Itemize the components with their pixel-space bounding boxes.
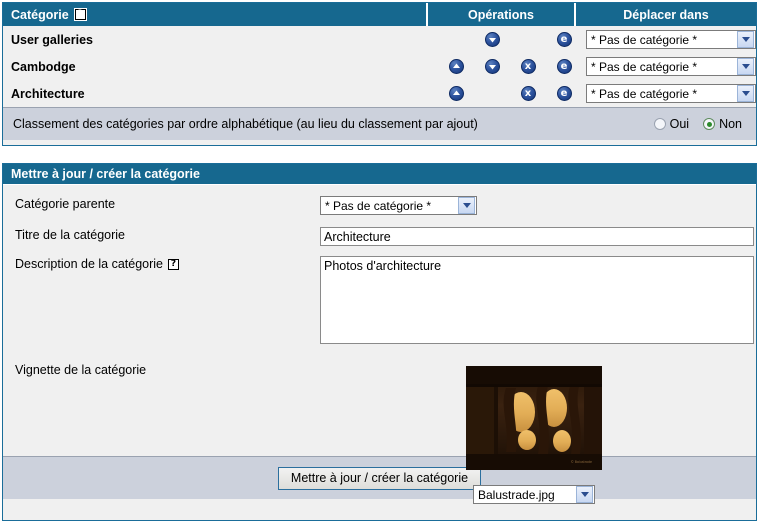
arrow-up-icon[interactable]: [448, 59, 464, 74]
form-panel-title: Mettre à jour / créer la catégorie: [3, 164, 756, 185]
alpha-sort-yes-option[interactable]: Oui: [653, 117, 690, 131]
chevron-down-icon[interactable]: [737, 31, 754, 48]
column-header-move-to-label: Déplacer dans: [623, 7, 709, 22]
form-panel-title-label: Mettre à jour / créer la catégorie: [11, 166, 200, 181]
category-thumbnail-label: Vignette de la catégorie: [15, 363, 147, 377]
op-slot-edit: e: [546, 59, 582, 74]
row-operations: x e: [434, 86, 586, 101]
op-slot-edit: e: [546, 32, 582, 47]
move-to-select-value: * Pas de catégorie *: [591, 59, 698, 74]
category-description-label-text: Description de la catégorie: [15, 257, 163, 271]
move-to-select-value: * Pas de catégorie *: [591, 86, 698, 101]
edit-e-icon[interactable]: e: [556, 86, 572, 101]
chevron-down-icon[interactable]: [737, 85, 754, 102]
parent-category-select-value: * Pas de catégorie *: [325, 198, 432, 213]
chevron-down-icon[interactable]: [576, 486, 593, 503]
category-form-panel: Mettre à jour / créer la catégorie Catég…: [2, 163, 757, 521]
edit-e-icon[interactable]: e: [556, 59, 572, 74]
radio-yes[interactable]: [653, 118, 666, 130]
arrow-down-icon[interactable]: [484, 59, 500, 74]
parent-category-row: Catégorie parente * Pas de catégorie *: [3, 185, 756, 215]
category-title-label: Titre de la catégorie: [15, 228, 126, 242]
move-to-select[interactable]: * Pas de catégorie *: [586, 84, 756, 103]
op-slot-up: [438, 32, 474, 47]
column-header-category-label: Catégorie: [11, 7, 69, 22]
move-to-select-value: * Pas de catégorie *: [591, 32, 698, 47]
svg-text:© Balustrade: © Balustrade: [571, 460, 592, 464]
op-slot-up: [438, 86, 474, 101]
column-header-move-to: Déplacer dans: [574, 3, 756, 26]
thumbnail-file-select[interactable]: Balustrade.jpg: [473, 485, 595, 504]
category-name: Architecture: [11, 86, 85, 101]
category-description-textarea[interactable]: [320, 256, 754, 344]
op-slot-down: [474, 86, 510, 101]
help-question-icon[interactable]: ?: [74, 9, 86, 20]
form-body: Catégorie parente * Pas de catégorie * T…: [3, 185, 756, 504]
parent-category-select[interactable]: * Pas de catégorie *: [320, 196, 477, 215]
submit-category-button[interactable]: Mettre à jour / créer la catégorie: [277, 466, 482, 490]
table-row: User galleries e * Pas de catégorie *: [3, 26, 756, 53]
table-row: Cambodge x e * Pas de catégorie *: [3, 53, 756, 80]
column-header-category: Catégorie ?: [3, 3, 426, 26]
category-title-row: Titre de la catégorie: [3, 215, 756, 246]
form-footer: Mettre à jour / créer la catégorie: [3, 456, 756, 499]
parent-category-label: Catégorie parente: [15, 197, 116, 211]
alpha-sort-no-option[interactable]: Non: [703, 117, 742, 131]
chevron-down-icon[interactable]: [737, 58, 754, 75]
radio-yes-label: Oui: [669, 117, 690, 131]
category-name: Cambodge: [11, 59, 76, 74]
op-slot-edit: e: [546, 86, 582, 101]
category-thumbnail-image: © Balustrade: [466, 366, 602, 470]
row-move-target: * Pas de catégorie *: [586, 84, 756, 103]
category-title-input[interactable]: [320, 227, 754, 246]
op-slot-delete: [510, 32, 546, 47]
row-move-target: * Pas de catégorie *: [586, 57, 756, 76]
thumbnail-file-row: Balustrade.jpg: [466, 485, 602, 504]
op-slot-up: [438, 59, 474, 74]
category-thumbnail-row: Vignette de la catégorie: [3, 344, 756, 378]
arrow-up-icon[interactable]: [448, 86, 464, 101]
op-slot-down: [474, 32, 510, 47]
row-operations: x e: [434, 59, 586, 74]
category-description-row: Description de la catégorie ?: [3, 246, 756, 344]
column-header-operations-label: Opérations: [468, 7, 534, 22]
categories-table-header: Catégorie ? Opérations Déplacer dans: [3, 3, 756, 26]
column-header-operations: Opérations: [426, 3, 574, 26]
row-operations: e: [434, 32, 586, 47]
help-question-icon[interactable]: ?: [168, 258, 179, 270]
delete-x-icon[interactable]: x: [520, 86, 536, 101]
op-slot-delete: x: [510, 86, 546, 101]
op-slot-down: [474, 59, 510, 74]
categories-panel: Catégorie ? Opérations Déplacer dans Use…: [2, 2, 757, 146]
edit-e-icon[interactable]: e: [556, 32, 572, 47]
arrow-down-icon[interactable]: [484, 32, 500, 47]
radio-no[interactable]: [703, 118, 716, 130]
table-row: Architecture x e * Pas de catégorie *: [3, 80, 756, 107]
category-description-label: Description de la catégorie ?: [15, 256, 320, 272]
thumbnail-area: © Balustrade Balustrade.jpg: [466, 366, 602, 504]
alphabetical-sort-label: Classement des catégories par ordre alph…: [13, 117, 478, 131]
thumbnail-file-select-value: Balustrade.jpg: [478, 487, 555, 502]
chevron-down-icon[interactable]: [458, 197, 475, 214]
move-to-select[interactable]: * Pas de catégorie *: [586, 57, 756, 76]
radio-no-label: Non: [719, 117, 742, 131]
move-to-select[interactable]: * Pas de catégorie *: [586, 30, 756, 49]
delete-x-icon[interactable]: x: [520, 59, 536, 74]
op-slot-delete: x: [510, 59, 546, 74]
row-move-target: * Pas de catégorie *: [586, 30, 756, 49]
category-name: User galleries: [11, 32, 93, 47]
alphabetical-sort-bar: Classement des catégories par ordre alph…: [3, 107, 756, 140]
